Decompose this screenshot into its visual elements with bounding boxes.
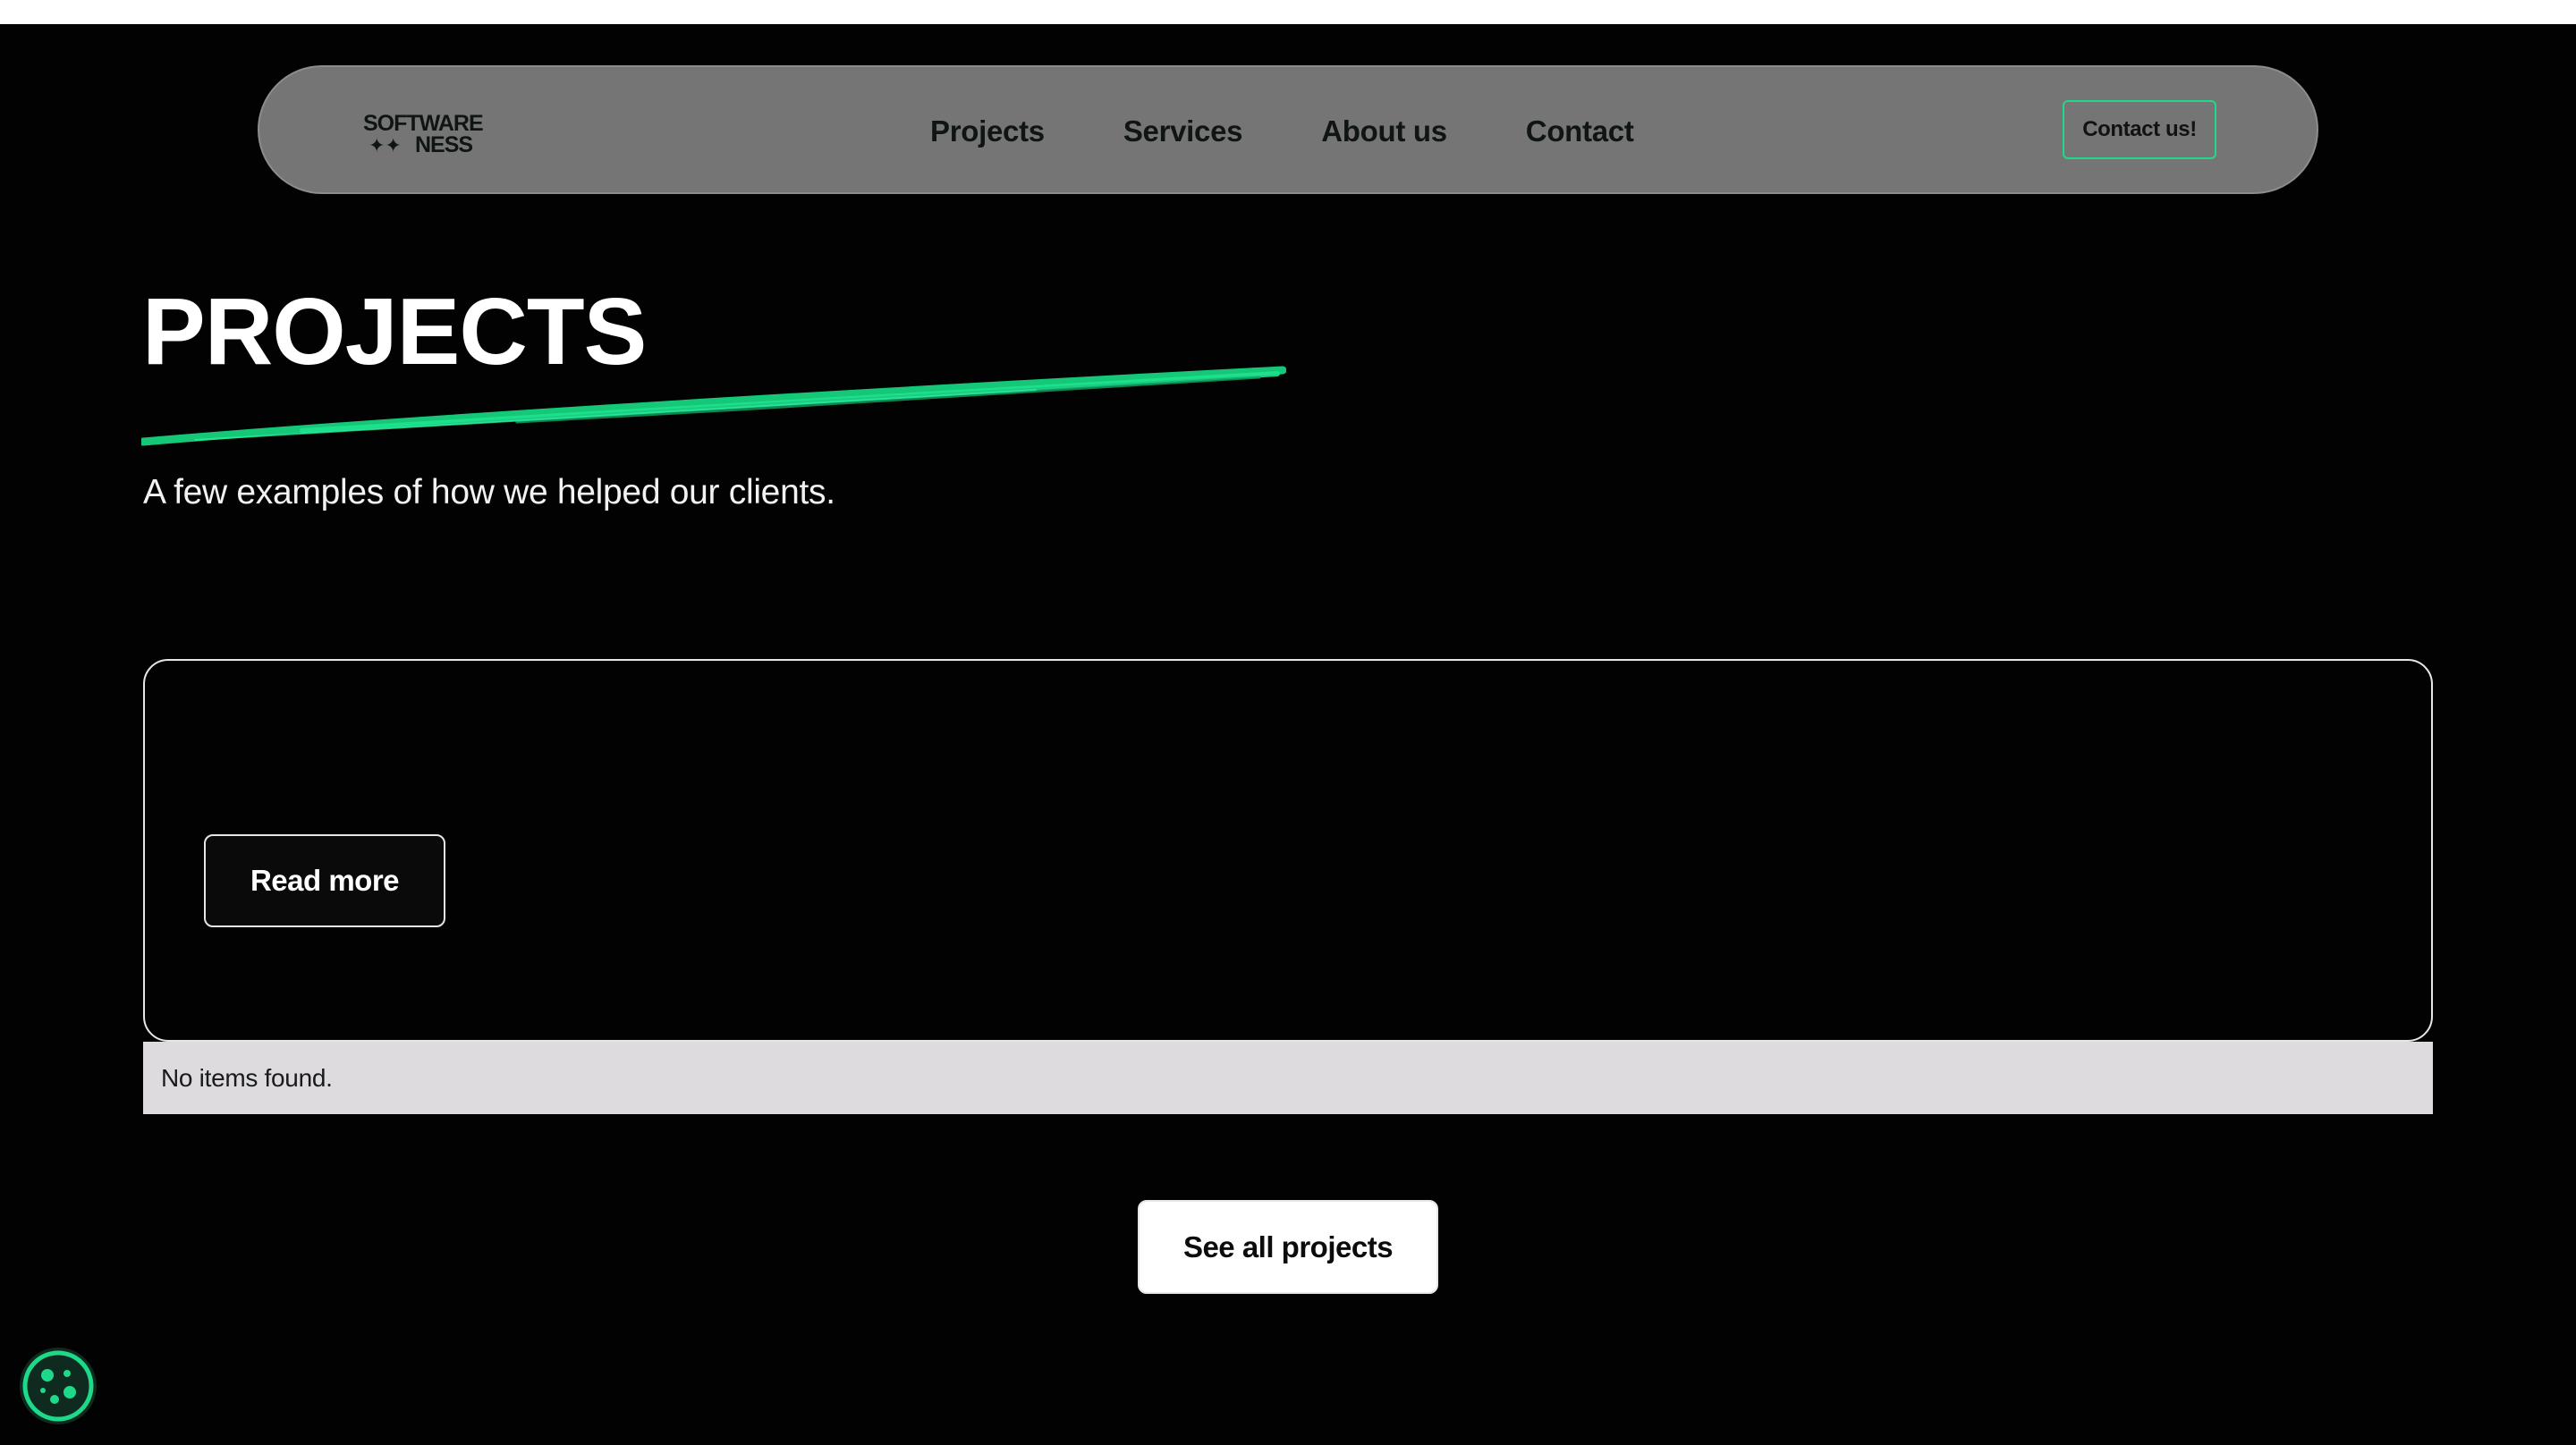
contact-us-button[interactable]: Contact us! xyxy=(2063,100,2216,159)
navbar: SOFTWARE ✦✦ NESS Projects Services About… xyxy=(258,65,2318,194)
cookie-icon xyxy=(20,1348,97,1424)
nav-contact[interactable]: Contact xyxy=(1526,114,1634,148)
empty-state-message: No items found. xyxy=(143,1042,2433,1114)
see-all-projects-button[interactable]: See all projects xyxy=(1138,1200,1438,1294)
page-subtitle: A few examples of how we helped our clie… xyxy=(143,473,835,511)
logo[interactable]: SOFTWARE ✦✦ NESS xyxy=(363,106,497,156)
logo-text-line2: NESS xyxy=(415,132,472,156)
cookie-settings-button[interactable] xyxy=(18,1346,98,1426)
top-strip xyxy=(0,0,2576,24)
nav-about-us[interactable]: About us xyxy=(1321,114,1447,148)
title-underline-stroke xyxy=(141,366,1286,446)
nav-projects[interactable]: Projects xyxy=(930,114,1045,148)
project-card: Read more xyxy=(143,659,2433,1042)
read-more-button[interactable]: Read more xyxy=(204,834,445,927)
logo-stars-icon: ✦✦ xyxy=(369,135,402,156)
main-nav: Projects Services About us Contact xyxy=(930,67,1634,196)
nav-services[interactable]: Services xyxy=(1123,114,1243,148)
logo-mark: SOFTWARE ✦✦ NESS xyxy=(363,111,484,156)
